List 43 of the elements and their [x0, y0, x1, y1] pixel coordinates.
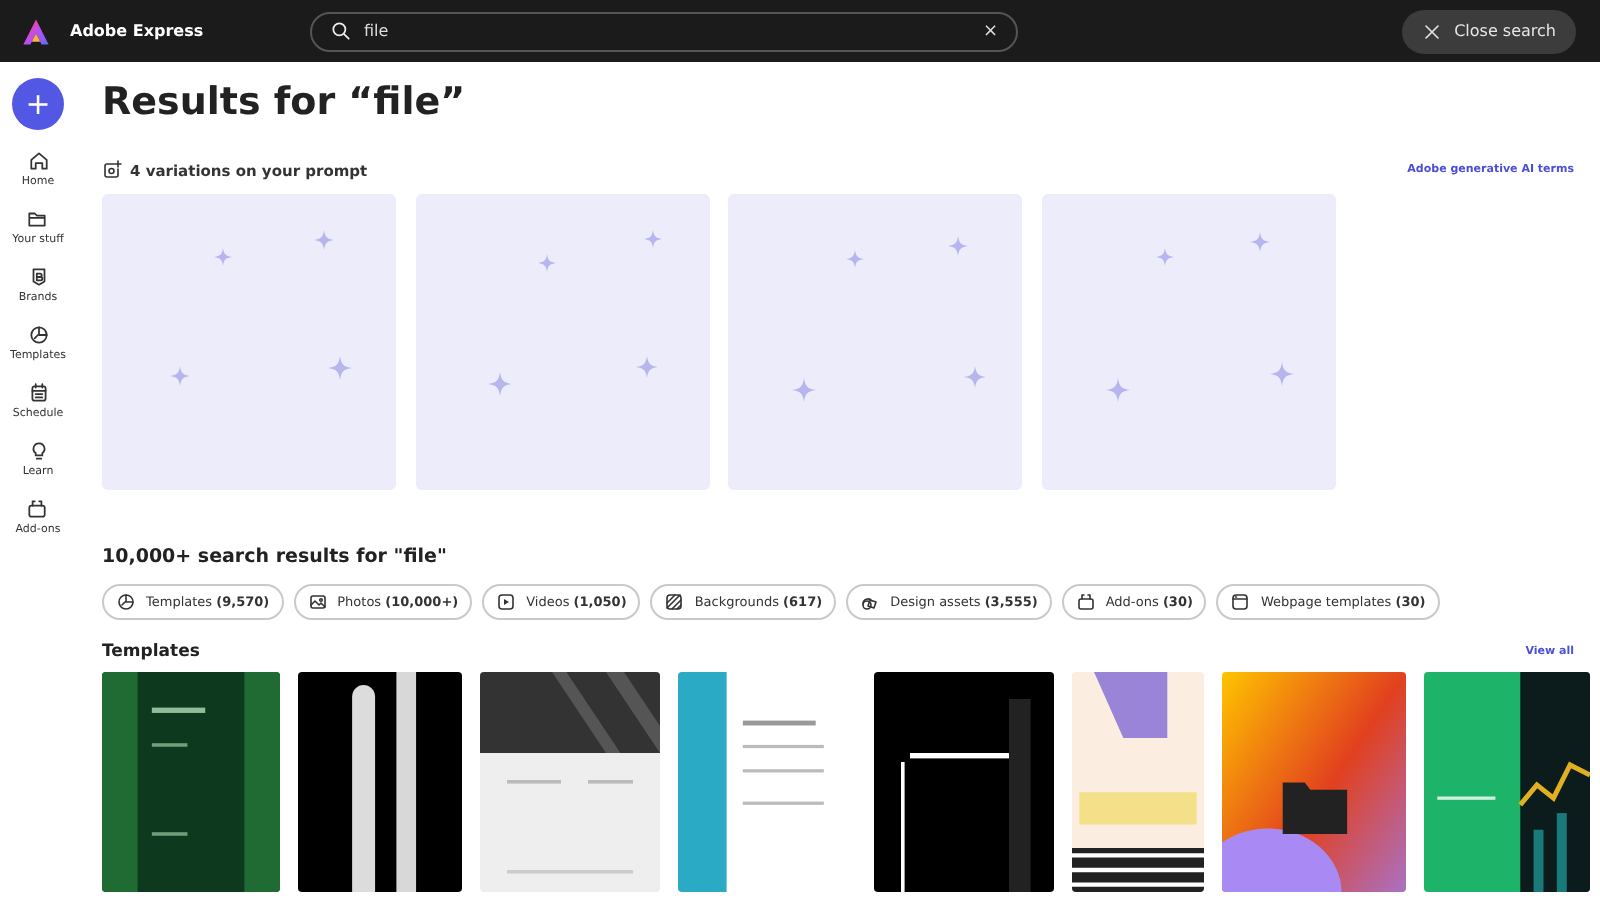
search-icon — [330, 20, 352, 42]
search-input[interactable]: file — [352, 22, 983, 40]
sparkle-icon — [488, 371, 513, 396]
sparkle-icon — [169, 365, 190, 386]
stripes-icon — [664, 592, 685, 612]
brand-icon — [27, 266, 49, 288]
calendar-icon — [27, 382, 49, 404]
sparkle-icon — [948, 235, 969, 256]
video-icon — [496, 592, 517, 612]
sparkle-icon — [845, 250, 864, 269]
webpage-icon — [1230, 592, 1251, 612]
lightbulb-icon — [27, 440, 49, 462]
shapes-icon — [860, 592, 881, 612]
create-button[interactable]: + — [12, 78, 64, 130]
folder-icon — [26, 208, 49, 230]
page-title: Results for “file” — [102, 78, 468, 128]
photo-icon — [307, 592, 328, 612]
app-name: Adobe Express — [70, 22, 204, 40]
sparkle-icon — [1155, 247, 1174, 266]
logo-icon — [22, 17, 50, 45]
results-heading: 10,000+ search results for "file" — [102, 546, 449, 570]
sparkle-icon — [792, 377, 817, 402]
sparkle-icon — [313, 229, 334, 250]
addons-icon — [26, 498, 49, 520]
sparkle-icon — [213, 247, 232, 266]
sparkle-icon — [963, 365, 986, 388]
image-sparkle-icon — [102, 160, 122, 180]
close-icon — [1422, 21, 1443, 41]
search-field[interactable]: file × — [310, 11, 1018, 51]
home-icon — [27, 150, 49, 172]
addons-icon — [1075, 592, 1096, 612]
templates-icon — [116, 592, 136, 612]
close-search-button[interactable]: Close search — [1402, 9, 1576, 53]
sparkle-icon — [538, 253, 557, 272]
sparkle-icon — [635, 356, 658, 379]
clear-button[interactable]: × — [982, 21, 998, 41]
section-title: Templates — [102, 642, 200, 662]
sparkle-icon — [328, 356, 353, 381]
sparkle-icon — [644, 229, 663, 248]
templates-icon — [27, 324, 49, 346]
sparkle-icon — [1249, 232, 1270, 253]
sparkle-icon — [1270, 362, 1295, 387]
sparkle-icon — [1105, 377, 1130, 402]
